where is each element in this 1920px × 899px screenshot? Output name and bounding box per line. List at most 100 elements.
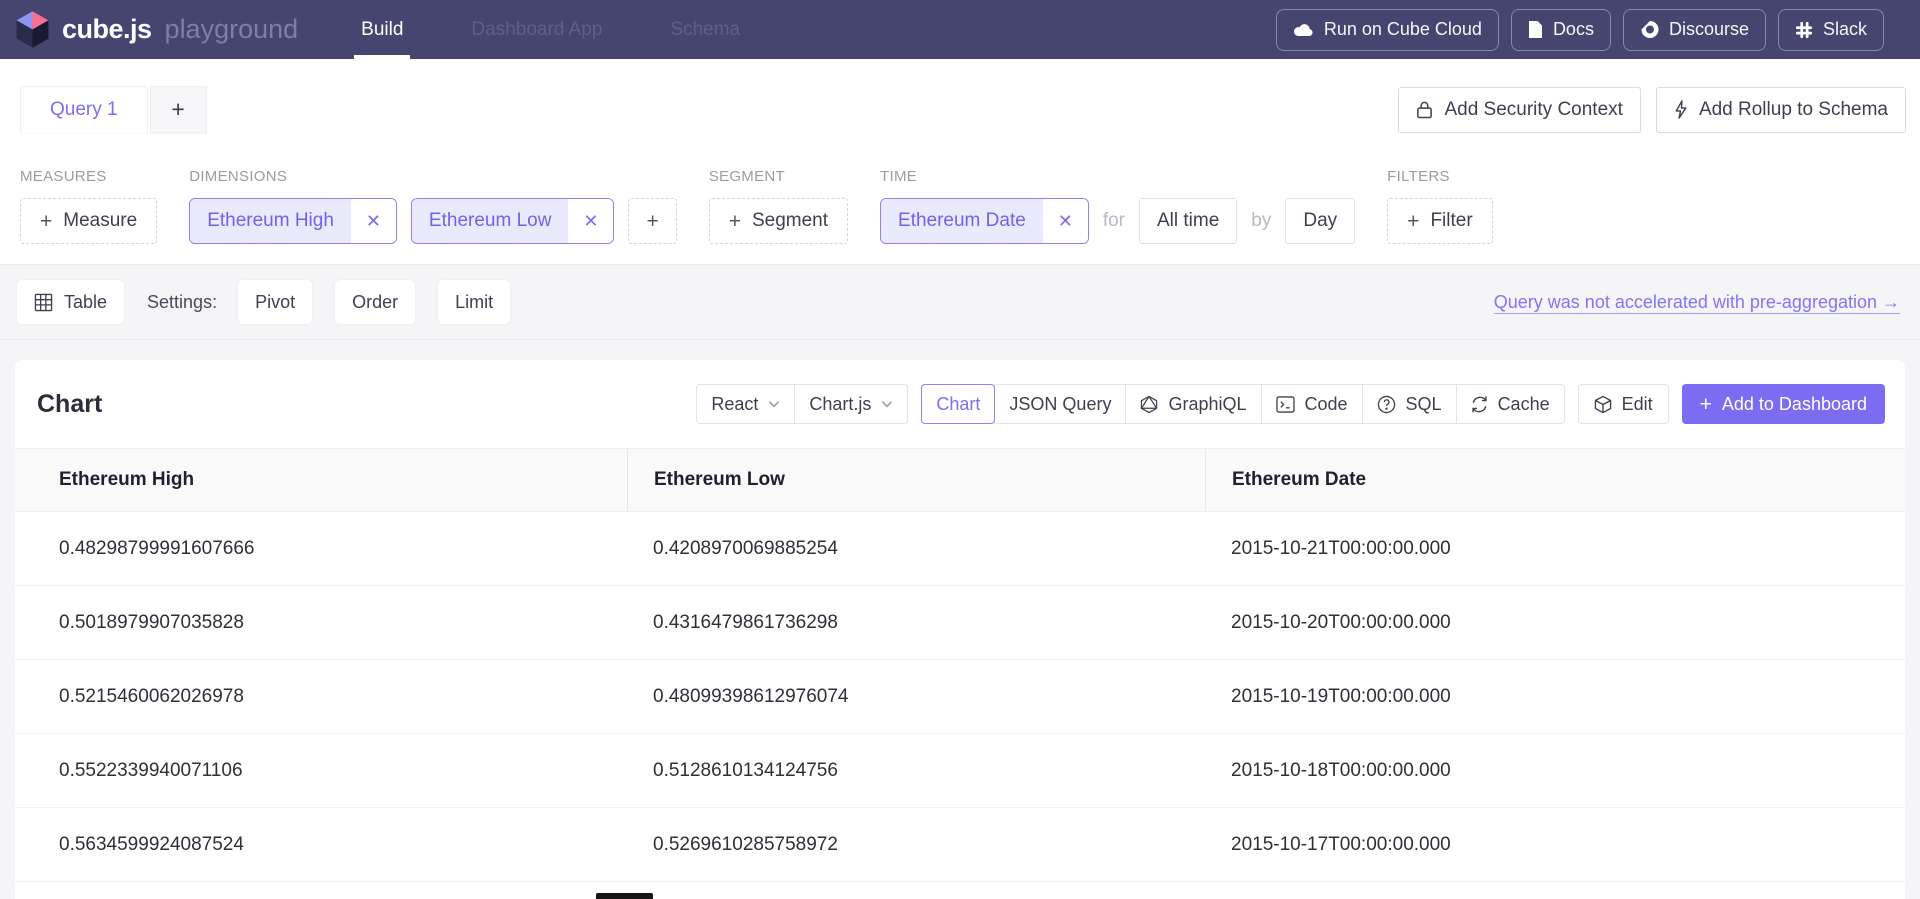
column-header-ethereum-high[interactable]: Ethereum High [15, 449, 627, 511]
limit-button[interactable]: Limit [437, 279, 511, 325]
add-dimension-button[interactable]: + [628, 198, 676, 244]
table-row: 0.5215460062026978 0.48099398612976074 2… [15, 660, 1905, 734]
framework-select[interactable]: React [696, 384, 795, 424]
cell-low: 0.5269610285758972 [627, 834, 1205, 856]
chart-title: Chart [37, 390, 102, 419]
discourse-icon [1640, 20, 1659, 39]
cell-date: 2015-10-18T00:00:00.000 [1205, 760, 1905, 782]
tab-chart[interactable]: Chart [921, 384, 995, 424]
nav-tab-schema[interactable]: Schema [663, 0, 747, 59]
slack-button[interactable]: Slack [1778, 9, 1884, 51]
table-row: 0.5018979907035828 0.4316479861736298 20… [15, 586, 1905, 660]
brand[interactable]: cube.js playground [14, 9, 298, 50]
docs-button[interactable]: Docs [1511, 9, 1611, 51]
time-chip-ethereum-date[interactable]: Ethereum Date ✕ [880, 198, 1089, 244]
plus-icon: + [40, 211, 52, 232]
chevron-down-icon [768, 400, 780, 408]
query-builder: MEASURES + Measure DIMENSIONS Ethereum H… [0, 146, 1920, 265]
column-header-ethereum-low[interactable]: Ethereum Low [627, 449, 1205, 511]
add-segment-button[interactable]: + Segment [709, 198, 848, 244]
cell-date: 2015-10-19T00:00:00.000 [1205, 686, 1905, 708]
preaggregation-link[interactable]: Query was not accelerated with pre-aggre… [1494, 292, 1900, 313]
add-security-context-button[interactable]: Add Security Context [1398, 87, 1640, 133]
dimensions-label: DIMENSIONS [189, 168, 677, 185]
dimension-chip-ethereum-low[interactable]: Ethereum Low ✕ [411, 198, 615, 244]
partial-element-bottom [596, 893, 653, 899]
cell-date: 2015-10-21T00:00:00.000 [1205, 538, 1905, 560]
tab-code[interactable]: Code [1261, 384, 1363, 424]
graphql-icon [1140, 395, 1158, 414]
add-to-dashboard-button[interactable]: + Add to Dashboard [1682, 384, 1885, 424]
framework-select-group: React Chart.js [696, 384, 908, 424]
tab-graphiql[interactable]: GraphiQL [1125, 384, 1261, 424]
dimension-chip-ethereum-high[interactable]: Ethereum High ✕ [189, 198, 397, 244]
add-rollup-to-schema-button[interactable]: Add Rollup to Schema [1656, 87, 1906, 133]
close-icon[interactable]: ✕ [351, 199, 396, 243]
edit-button[interactable]: Edit [1578, 384, 1669, 424]
order-button[interactable]: Order [334, 279, 416, 325]
brand-suffix: playground [165, 14, 299, 45]
pivot-button[interactable]: Pivot [237, 279, 313, 325]
measures-label: MEASURES [20, 168, 157, 185]
granularity-button[interactable]: Day [1285, 198, 1355, 244]
table-row: 0.48298799991607666 0.4208970069885254 2… [15, 512, 1905, 586]
nav-tab-build[interactable]: Build [354, 0, 410, 59]
cell-date: 2015-10-17T00:00:00.000 [1205, 834, 1905, 856]
cell-date: 2015-10-20T00:00:00.000 [1205, 612, 1905, 634]
chevron-down-icon [881, 400, 893, 408]
cloud-icon [1293, 22, 1314, 37]
tab-json-query[interactable]: JSON Query [994, 384, 1126, 424]
table-row-partial [15, 882, 1905, 899]
settings-label: Settings: [147, 292, 217, 313]
settings-buttons: Pivot Order Limit [237, 279, 511, 325]
lightning-icon [1674, 100, 1688, 119]
nav-tabs: Build Dashboard App Schema [354, 0, 747, 59]
close-icon[interactable]: ✕ [568, 199, 613, 243]
table-row: 0.5634599924087524 0.5269610285758972 20… [15, 808, 1905, 882]
plus-icon: + [729, 211, 741, 232]
plus-icon: + [1407, 211, 1419, 232]
table-row: 0.5522339940071106 0.5128610134124756 20… [15, 734, 1905, 808]
filters-section: FILTERS + Filter [1387, 168, 1493, 244]
tab-cache[interactable]: Cache [1456, 384, 1565, 424]
query-tabs-row: Query 1 + Add Security Context Add Rollu… [0, 59, 1920, 146]
cell-high: 0.5522339940071106 [15, 760, 627, 782]
table-grid-icon [34, 293, 53, 312]
close-icon[interactable]: ✕ [1043, 199, 1088, 243]
cell-high: 0.5215460062026978 [15, 686, 627, 708]
cell-low: 0.4208970069885254 [627, 538, 1205, 560]
cell-high: 0.48298799991607666 [15, 538, 627, 560]
time-section: TIME Ethereum Date ✕ for All time by Day [880, 168, 1355, 244]
measures-section: MEASURES + Measure [20, 168, 157, 244]
document-icon [1528, 20, 1543, 39]
lock-icon [1416, 100, 1433, 119]
segment-label: SEGMENT [709, 168, 848, 185]
terminal-icon [1276, 396, 1295, 413]
discourse-button[interactable]: Discourse [1623, 9, 1766, 51]
filters-label: FILTERS [1387, 168, 1493, 185]
result-table: Ethereum High Ethereum Low Ethereum Date… [15, 448, 1905, 899]
chart-controls: React Chart.js Chart JSON Query [696, 384, 1885, 424]
add-filter-button[interactable]: + Filter [1387, 198, 1493, 244]
add-measure-button[interactable]: + Measure [20, 198, 157, 244]
slack-icon [1795, 21, 1813, 39]
segment-section: SEGMENT + Segment [709, 168, 848, 244]
query-tab-1[interactable]: Query 1 [20, 86, 148, 134]
cube-icon [1594, 395, 1612, 414]
add-query-tab-button[interactable]: + [150, 86, 207, 134]
tab-sql[interactable]: SQL [1362, 384, 1457, 424]
table-view-button[interactable]: Table [16, 279, 125, 325]
library-select[interactable]: Chart.js [794, 384, 908, 424]
chart-card-header: Chart React Chart.js Chart JSO [15, 360, 1905, 448]
dimensions-section: DIMENSIONS Ethereum High ✕ Ethereum Low … [189, 168, 677, 244]
nav-tab-dashboard-app[interactable]: Dashboard App [464, 0, 609, 59]
column-header-ethereum-date[interactable]: Ethereum Date [1205, 449, 1905, 511]
run-on-cube-cloud-button[interactable]: Run on Cube Cloud [1276, 9, 1499, 51]
cubejs-logo-icon [14, 9, 51, 50]
plus-icon: + [1700, 394, 1712, 415]
date-range-button[interactable]: All time [1139, 198, 1237, 244]
brand-name: cube.js [62, 14, 152, 45]
time-label: TIME [880, 168, 1355, 185]
schema-actions: Add Security Context Add Rollup to Schem… [1398, 87, 1906, 133]
table-header-row: Ethereum High Ethereum Low Ethereum Date [15, 448, 1905, 512]
